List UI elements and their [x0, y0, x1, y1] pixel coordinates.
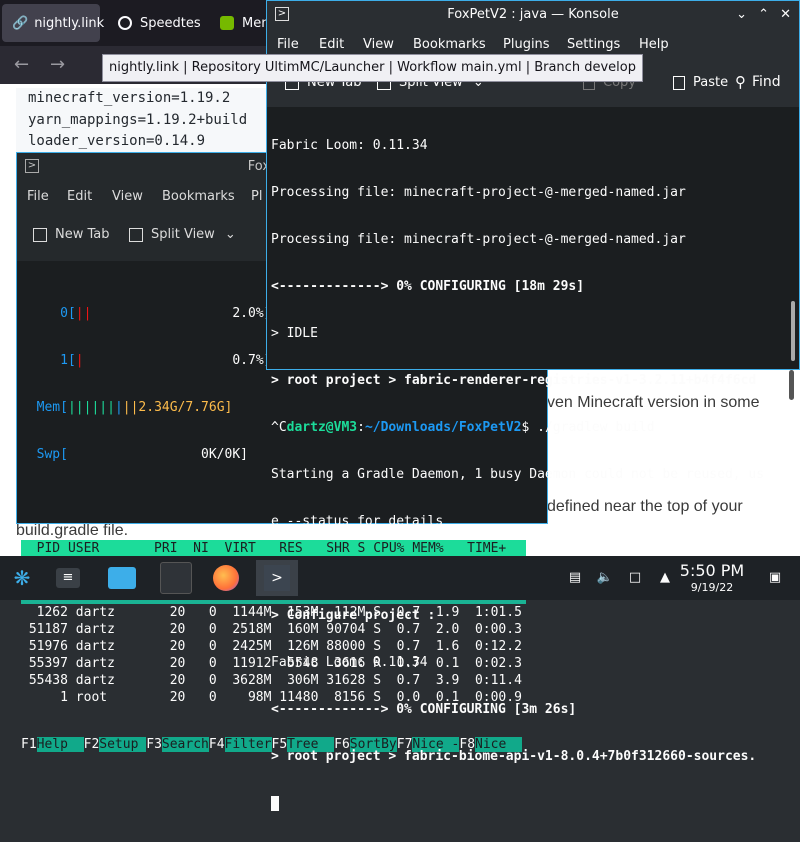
fkey-f2: F2 [83, 737, 100, 752]
prompt-path: ~/Downloads/FoxPetV2 [364, 420, 522, 435]
konsole-taskbar-icon[interactable]: > [256, 560, 298, 596]
menu-bookmarks[interactable]: Bookmarks [413, 37, 486, 52]
menu-file[interactable]: File [277, 37, 299, 52]
browser-tab-speedtest[interactable]: Speedtes [108, 4, 208, 42]
link-icon: 🔗 [12, 16, 29, 31]
prompt-command: $ ./gradlew build [521, 420, 655, 435]
new-tab-button[interactable]: New Tab [33, 227, 110, 242]
terminal-line: Fabric Loom: 0.11.34 [271, 138, 428, 153]
tab-tooltip: nightly.link | Repository UltimMC/Launch… [102, 54, 643, 82]
minimize-icon[interactable]: ⌄ [736, 1, 747, 29]
firefox-icon[interactable] [208, 560, 244, 596]
menu-view[interactable]: View [112, 189, 143, 204]
menu-view[interactable]: View [363, 37, 394, 52]
fkey-f4: F4 [208, 737, 225, 752]
volume-icon[interactable]: 🔈 [596, 568, 614, 586]
mem-value: 2.34G/7.76G] [138, 400, 233, 415]
menu-settings[interactable]: Settings [567, 37, 620, 52]
mem-label: Mem[ [36, 400, 68, 415]
terminal-line: Fabric Loom: 0.11.34 [271, 655, 428, 670]
browser-tab-nightly[interactable]: 🔗 nightly.link [2, 4, 104, 42]
terminal-line: > IDLE [271, 326, 318, 341]
terminal-output[interactable]: Fabric Loom: 0.11.34 Processing file: mi… [271, 107, 791, 842]
file-manager-icon[interactable] [104, 560, 140, 596]
fkey-f1: F1 [21, 737, 37, 752]
konsole-icon: > [275, 7, 289, 21]
window-titlebar: > FoxPetV2 : java — Konsole ⌄ ⌃ ✕ [267, 1, 799, 29]
prompt-user: dartz@VM3 [286, 420, 358, 435]
terminal-cursor [271, 796, 279, 811]
terminal-scrollbar[interactable] [791, 301, 795, 361]
paste-button[interactable]: Paste [673, 75, 728, 90]
terminal-line: > Configure project : [271, 608, 436, 623]
search-icon: ⚲ [735, 73, 746, 91]
speedtest-icon [118, 16, 132, 30]
find-label: Find [752, 74, 781, 90]
close-icon[interactable]: ✕ [780, 1, 791, 29]
split-view-button[interactable]: Split View ⌄ [129, 227, 236, 242]
cpu0-label: 0[ [60, 306, 76, 321]
menu-file[interactable]: File [27, 189, 49, 204]
menu-bookmarks[interactable]: Bookmarks [162, 189, 235, 204]
tab-label: nightly.link [34, 15, 105, 31]
new-tab-icon [33, 227, 47, 242]
nvidia-icon [220, 16, 234, 30]
terminal-line: > root project > fabric-biome-api-v1-8.0… [271, 749, 757, 764]
konsole-icon: > [25, 159, 39, 173]
window-title: FoxPetV2 : java — Konsole [447, 7, 619, 22]
app-launcher-icon[interactable]: ❋ [4, 560, 40, 596]
fkey-label[interactable]: Help [36, 737, 84, 752]
browser-tab-nvidia[interactable]: Men [210, 4, 270, 42]
taskbar: ❋ ≡ > ▤ 🔈 □ ▲ 5:50 PM 9/19/22 ▣ [0, 556, 800, 600]
show-desktop-icon[interactable]: ▣ [766, 568, 784, 586]
monitor-app-icon[interactable] [156, 560, 196, 596]
fkey-label[interactable]: Setup [99, 737, 147, 752]
terminal-line: <-------------> 0% CONFIGURING [3m 26s] [271, 702, 577, 717]
menu-plugins[interactable]: Plugins [503, 37, 550, 52]
clock-time: 5:50 PM [679, 561, 745, 580]
prompt-sep: : [357, 420, 365, 435]
clock[interactable]: 5:50 PM 9/19/22 [676, 562, 748, 596]
chevron-down-icon: ⌄ [224, 227, 236, 242]
menu-edit[interactable]: Edit [67, 189, 92, 204]
back-arrow-icon[interactable]: ← [14, 54, 29, 75]
swap-value: 0K/0K] [201, 447, 248, 462]
split-view-label: Split View [151, 227, 215, 242]
terminal-line: Processing file: minecraft-project-@-mer… [271, 185, 686, 200]
menu-help[interactable]: Help [639, 37, 669, 52]
cpu1-label: 1[ [60, 353, 76, 368]
terminal-line: <-------------> 0% CONFIGURING [18m 29s] [271, 279, 585, 294]
paste-label: Paste [693, 75, 729, 90]
terminal-line: e --status for details [271, 514, 444, 529]
swap-label: Swp[ [36, 447, 68, 462]
new-tab-label: New Tab [55, 227, 110, 242]
terminal-line: Processing file: minecraft-project-@-mer… [271, 232, 686, 247]
fkey-label[interactable]: Filter [224, 737, 272, 752]
clipboard-icon[interactable]: ▤ [566, 568, 584, 586]
terminal-line: > root project > fabric-renderer-registr… [271, 373, 757, 388]
paste-icon [673, 75, 685, 90]
split-view-icon [129, 227, 143, 242]
maximize-icon[interactable]: ⌃ [758, 1, 769, 29]
find-button[interactable]: ⚲ Find [735, 73, 781, 91]
fkey-f3: F3 [146, 737, 162, 752]
ctrl-c: ^C [271, 420, 287, 435]
fkey-label[interactable]: Search [161, 737, 209, 752]
settings-icon[interactable]: ≡ [50, 560, 86, 596]
tab-label: Speedtes [140, 15, 201, 31]
terminal-prompt-line: ^Cdartz@VM3:~/Downloads/FoxPetV2$ ./grad… [271, 419, 791, 436]
clock-date: 9/19/22 [690, 581, 734, 594]
terminal-line: Starting a Gradle Daemon, 1 busy Daemon … [271, 467, 765, 482]
network-icon[interactable]: □ [626, 568, 644, 586]
menu-edit[interactable]: Edit [319, 37, 344, 52]
forward-arrow-icon[interactable]: → [50, 54, 65, 75]
expand-tray-icon[interactable]: ▲ [656, 568, 674, 586]
menu-plugins[interactable]: Pl [251, 189, 262, 204]
